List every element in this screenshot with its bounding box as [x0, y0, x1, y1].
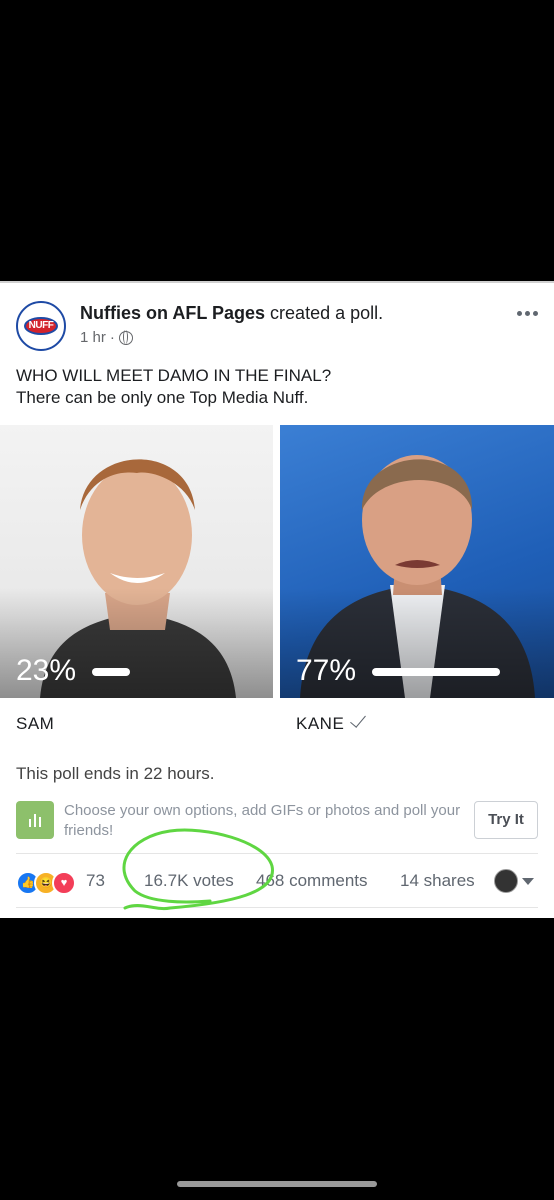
checkmark-icon [350, 711, 367, 728]
vote-count[interactable]: 16.7K votes [144, 871, 234, 891]
poll-post-card: NUFF Nuffies on AFL Pages created a poll… [0, 281, 554, 918]
poll-subtext: There can be only one Top Media Nuff. [16, 388, 309, 407]
page-name-link[interactable]: Nuffies on AFL Pages [80, 303, 265, 323]
option-percent: 77% [296, 654, 357, 687]
meta-separator: · [109, 329, 115, 346]
nuff-logo: NUFF [24, 317, 58, 335]
comment-count[interactable]: 468 comments [256, 871, 368, 891]
post-meta: 1 hr · [80, 329, 133, 346]
logo-text: NUFF [28, 320, 54, 331]
try-it-button[interactable]: Try It [474, 801, 538, 839]
poll-chart-icon [16, 801, 54, 839]
option-label-sam: SAM [16, 714, 55, 733]
option-result-bar [372, 668, 500, 676]
more-options-icon[interactable] [517, 311, 538, 316]
card-top-border [0, 281, 554, 283]
page-avatar[interactable]: NUFF [16, 301, 66, 351]
profile-avatar[interactable] [494, 869, 518, 893]
card-bottom-divider [16, 907, 538, 908]
promo-text: Choose your own options, add GIFs or pho… [64, 802, 461, 839]
poll-end-notice: This poll ends in 22 hours. [16, 764, 215, 783]
poll-option-kane[interactable]: 77% [280, 425, 554, 698]
footer-divider [16, 853, 538, 854]
poll-option-sam[interactable]: 23% [0, 425, 273, 698]
love-icon: ♥ [52, 871, 76, 895]
reactions-summary[interactable]: 👍 😆 ♥ [16, 871, 80, 895]
option-label-kane: KANE [296, 714, 345, 733]
globe-icon [118, 330, 133, 345]
post-header: Nuffies on AFL Pages created a poll. [80, 303, 383, 324]
post-action: created a poll. [270, 303, 384, 323]
option-label-kane-wrap: KANE [296, 711, 367, 734]
home-indicator[interactable] [177, 1181, 377, 1187]
option-result-bar [92, 668, 130, 676]
poll-question: WHO WILL MEET DAMO IN THE FINAL? [16, 366, 332, 385]
share-count[interactable]: 14 shares [400, 871, 475, 891]
option-percent: 23% [16, 654, 77, 687]
chevron-down-icon[interactable] [522, 878, 534, 885]
post-time[interactable]: 1 hr [80, 329, 106, 346]
post-text: WHO WILL MEET DAMO IN THE FINAL? There c… [16, 365, 331, 409]
post-footer: 👍 😆 ♥ 73 16.7K votes 468 comments 14 sha… [16, 869, 538, 895]
reaction-count[interactable]: 73 [86, 871, 105, 891]
